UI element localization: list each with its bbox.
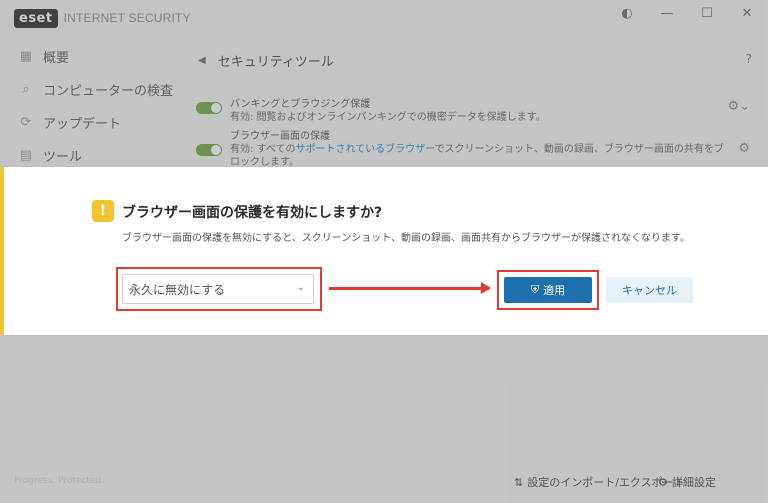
confirm-dialog: ! ブラウザー画面の保護を有効にしますか? ブラウザー画面の保護を無効にすると、…: [0, 167, 768, 335]
dialog-description: ブラウザー画面の保護を無効にすると、スクリーンショット、動画の録画、画面共有から…: [122, 233, 690, 244]
chevron-down-icon: ⌄: [296, 282, 305, 293]
footer: Progress. Protected. ⇅ 設定のインポート/エクスポート ⚙…: [0, 470, 768, 496]
import-export-icon: ⇅: [514, 475, 524, 489]
gear-icon: ⚙: [658, 475, 668, 489]
advanced-settings-label: 詳細設定: [671, 476, 716, 489]
apply-button[interactable]: ⛨ 適用: [504, 277, 592, 303]
dialog-title: ブラウザー画面の保護を有効にしますか?: [122, 205, 383, 221]
apply-label: 適用: [543, 284, 566, 297]
warning-icon: !: [92, 200, 114, 222]
shield-icon: ⛨: [530, 283, 540, 296]
advanced-settings-link[interactable]: ⚙ 詳細設定: [658, 474, 716, 490]
duration-select[interactable]: 永久に無効にする ⌄: [122, 274, 314, 304]
select-value: 永久に無効にする: [129, 282, 226, 297]
cancel-button[interactable]: キャンセル: [606, 277, 693, 303]
annotation-arrow: [329, 282, 491, 294]
status-text: Progress. Protected.: [14, 476, 105, 486]
